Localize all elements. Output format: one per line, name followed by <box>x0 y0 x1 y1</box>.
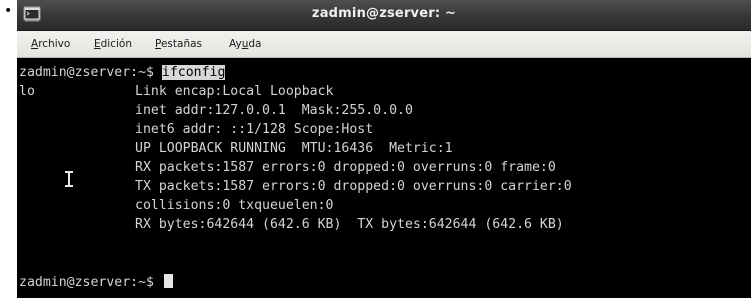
interface-name: lo <box>19 84 35 99</box>
output-line: TX packets:1587 errors:0 dropped:0 overr… <box>135 179 572 194</box>
command-line: zadmin@zserver:~$ ifconfig <box>19 65 226 81</box>
menu-label: da <box>248 38 262 50</box>
block-cursor <box>163 274 173 288</box>
output-line: inet addr:127.0.0.1 Mask:255.0.0.0 <box>135 103 413 118</box>
menu-archivo[interactable]: Archivo <box>31 31 70 57</box>
output-line: inet6 addr: ::1/128 Scope:Host <box>135 122 374 137</box>
prompt: zadmin@zserver:~$ <box>19 65 162 80</box>
menu-label: Ay <box>229 38 242 50</box>
menu-label: dición <box>100 38 132 50</box>
menu-bar: Archivo Edición Pestañas Ayuda <box>17 31 751 58</box>
page: • zadmin@zserver: ~ Archivo Edición Pest… <box>0 0 754 298</box>
menu-label: rchivo <box>38 38 71 50</box>
menu-pestanas[interactable]: Pestañas <box>155 31 202 57</box>
typed-command: ifconfig <box>161 65 226 80</box>
menu-label: estañas <box>160 38 203 50</box>
output-line: collisions:0 txqueuelen:0 <box>135 198 334 213</box>
text-cursor-ibeam-icon <box>65 171 73 187</box>
title-bar[interactable]: zadmin@zserver: ~ <box>17 0 751 31</box>
terminal-window: zadmin@zserver: ~ Archivo Edición Pestañ… <box>17 0 751 298</box>
output-line: UP LOOPBACK RUNNING MTU:16436 Metric:1 <box>135 141 453 156</box>
output-line: Link encap:Local Loopback <box>135 84 334 99</box>
final-prompt-line: zadmin@zserver:~$ <box>19 274 173 290</box>
menu-ayuda[interactable]: Ayuda <box>229 31 261 57</box>
window-title: zadmin@zserver: ~ <box>311 6 457 21</box>
prompt: zadmin@zserver:~$ <box>19 275 162 290</box>
menu-edicion[interactable]: Edición <box>94 31 132 57</box>
output-line: RX bytes:642644 (642.6 KB) TX bytes:6426… <box>135 217 564 232</box>
menu-mnemonic: E <box>94 38 101 50</box>
terminal-output[interactable]: zadmin@zserver:~$ ifconfig lo Link encap… <box>17 58 751 298</box>
list-bullet: • <box>4 3 13 19</box>
output-line: RX packets:1587 errors:0 dropped:0 overr… <box>135 160 556 175</box>
